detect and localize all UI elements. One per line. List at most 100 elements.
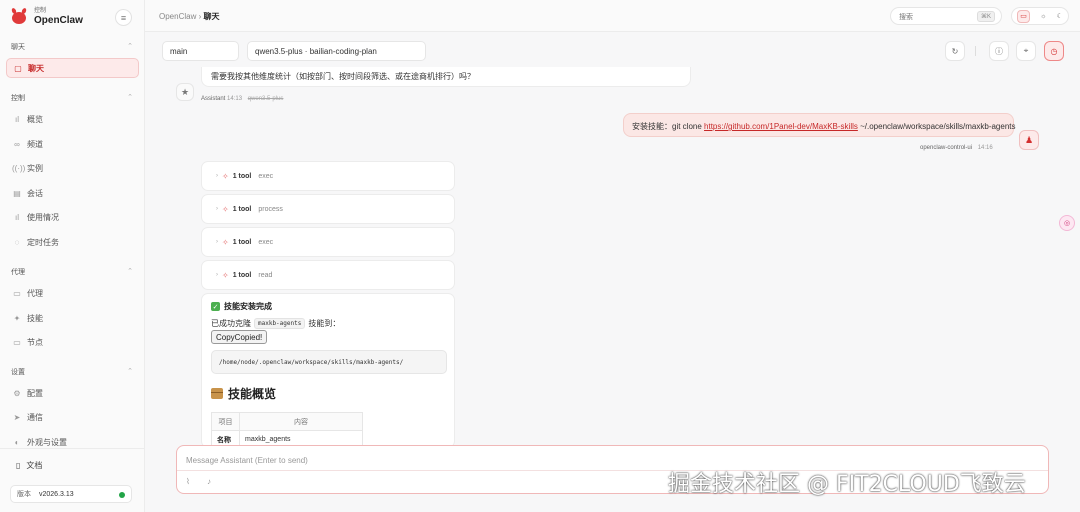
tool-count: 1 tool (232, 172, 252, 180)
tool-count: 1 tool (232, 205, 252, 213)
sidebar-item-label: 配置 (27, 388, 43, 398)
sidebar-item-label: 技能 (27, 313, 43, 323)
assistant-meta: Assistant 14:13 qwen3.5-plus (201, 96, 283, 102)
tool-count: 1 tool (232, 238, 252, 246)
sidebar-item-label: 节点 (27, 337, 43, 347)
user-meta: openclaw-control-ui 14:16 (920, 145, 993, 151)
sidebar-item-label: 使用情况 (27, 212, 59, 222)
version-label: 版本 (17, 491, 31, 498)
sidebar: 控制 OpenClaw ≡ 聊天 ⌃ ▢ 聊天 控制 ⌃ ıl 概览 ∞ 频道 ((·))… (0, 0, 145, 512)
search-placeholder: 搜索 (899, 14, 913, 21)
tool-name: read (258, 271, 273, 279)
result-text: 技能到： (308, 319, 341, 328)
sidebar-item-nodes[interactable]: ▭ 节点 (10, 333, 135, 351)
microphone-icon[interactable]: ♪ (207, 477, 211, 486)
sidebar-item-usage[interactable]: ıl 使用情况 (10, 208, 135, 226)
brand-subtitle: 控制 (34, 8, 47, 14)
broadcast-icon: ((·)) (12, 163, 26, 173)
user-message-text: 安装技能：git clone (632, 122, 705, 131)
brand-name: OpenClaw (34, 15, 83, 26)
table-row: 项目 内容 (211, 412, 363, 431)
sun-icon[interactable]: ☼ (1040, 13, 1046, 20)
sidebar-item-label: 聊天 (28, 63, 44, 73)
code-block: /home/node/.openclaw/workspace/skills/ma… (211, 350, 447, 374)
user-message-text: ~/.openclaw/workspace/skills/maxkb-agent… (857, 122, 1016, 131)
brand[interactable]: 控制 OpenClaw (10, 7, 83, 26)
table-header: 内容 (239, 412, 363, 431)
search-shortcut-badge: ⌘K (976, 11, 995, 22)
tool-name: process (258, 205, 283, 213)
result-title: ✓ 技能安装完成 (211, 301, 272, 312)
tool-call-card[interactable]: › ✧ 1 tool exec (201, 161, 455, 191)
sidebar-item-label: 通信 (27, 412, 43, 422)
breadcrumb-parent[interactable]: OpenClaw (159, 12, 196, 21)
tool-call-card[interactable]: › ✧ 1 tool exec (201, 227, 455, 257)
result-line: 已成功克隆 maxkb-agents 技能到： (211, 318, 340, 329)
sidebar-section-chat[interactable]: 聊天 ⌃ (11, 42, 133, 52)
moon-icon[interactable]: ☾ (1057, 12, 1063, 20)
person-icon: ♟ (1024, 134, 1034, 145)
sidebar-item-label: 频道 (27, 139, 43, 149)
sidebar-item-channels[interactable]: ∞ 频道 (10, 135, 135, 153)
sidebar-item-skills[interactable]: ✦ 技能 (10, 309, 135, 327)
section-label: 设置 (11, 369, 25, 376)
sparkle-icon: ✧ (222, 270, 229, 280)
monitor-icon[interactable]: ▭ (1017, 9, 1031, 23)
sidebar-item-label: 实例 (27, 163, 43, 173)
sidebar-section-control[interactable]: 控制 ⌃ (11, 93, 133, 103)
sidebar-toggle-button[interactable]: ≡ (115, 9, 132, 26)
focus-button[interactable]: ⌖ (1016, 41, 1036, 61)
breadcrumb: OpenClaw › 聊天 (159, 11, 220, 22)
send-icon: ➤ (13, 412, 21, 422)
session-select[interactable]: main (162, 41, 239, 61)
result-text: 已成功克隆 (211, 319, 251, 328)
sidebar-item-sessions[interactable]: ▤ 会话 (10, 184, 135, 202)
assistant-message-bubble: 需要我按其他维度统计（如按部门、按时间段筛选、或在途商机排行）吗？ (201, 67, 691, 87)
topbar: OpenClaw › 聊天 搜索 ⌘K ▭ ☼ ☾ (145, 0, 1080, 32)
chevron-up-icon: ⌃ (127, 94, 133, 101)
tool-call-card[interactable]: › ✧ 1 tool read (201, 260, 455, 290)
docs-link[interactable]: ▯ 文档 (16, 460, 42, 471)
search-input[interactable]: 搜索 ⌘K (890, 7, 1002, 25)
sidebar-item-instances[interactable]: ((·)) 实例 (10, 159, 135, 177)
sidebar-item-agents[interactable]: ▭ 代理 (10, 284, 135, 302)
docs-label: 文档 (26, 461, 43, 470)
check-icon: ✓ (211, 302, 220, 311)
sidebar-section-settings[interactable]: 设置 ⌃ (11, 367, 133, 377)
version-value: v2026.3.13 (39, 490, 74, 498)
user-message-bubble: 安装技能：git clone https://github.com/1Panel… (623, 113, 1016, 137)
sidebar-item-communication[interactable]: ➤ 通信 (10, 408, 135, 426)
tool-call-card[interactable]: › ✧ 1 tool process (201, 194, 455, 224)
model-select[interactable]: qwen3.5-plus · bailian-coding-plan (247, 41, 426, 61)
result-title-text: 技能安装完成 (224, 302, 272, 311)
repo-link[interactable]: https://github.com/1Panel-dev/MaxKB-skil… (704, 122, 858, 131)
copy-button[interactable]: CopyCopied! (211, 330, 268, 344)
floating-assistant-icon[interactable]: ◎ (1059, 215, 1075, 231)
sidebar-item-chat[interactable]: ▢ 聊天 (6, 58, 139, 78)
book-icon: ▯ (16, 461, 21, 470)
message-input[interactable] (186, 454, 886, 466)
sidebar-section-agents[interactable]: 代理 ⌃ (11, 267, 133, 277)
sidebar-divider (0, 448, 145, 449)
lobster-logo-icon (10, 7, 28, 26)
menu-icon: ≡ (120, 12, 127, 23)
assistant-result-card: ✓ 技能安装完成 已成功克隆 maxkb-agents 技能到： CopyCopi… (201, 293, 455, 448)
clock-icon: ◌ (14, 237, 20, 247)
sidebar-item-overview[interactable]: ıl 概览 (10, 110, 135, 128)
sidebar-item-label: 会话 (27, 188, 43, 198)
toolbar-divider (975, 46, 976, 56)
tool-count: 1 tool (232, 271, 252, 279)
sidebar-item-config[interactable]: ⚙ 配置 (10, 384, 135, 402)
sparkle-icon: ✧ (222, 237, 229, 247)
chevron-up-icon: ⌃ (127, 43, 133, 50)
history-button[interactable]: ◷ (1044, 41, 1064, 61)
breadcrumb-separator: › (198, 12, 202, 21)
monitor-icon: ▭ (13, 337, 21, 347)
paperclip-icon[interactable]: ⌇ (186, 477, 190, 486)
sidebar-item-cron[interactable]: ◌ 定时任务 (10, 233, 135, 251)
info-button[interactable]: ⓘ (989, 41, 1009, 61)
refresh-button[interactable]: ↻ (945, 41, 965, 61)
tool-name: exec (258, 238, 274, 246)
section-label: 代理 (11, 269, 25, 276)
info-icon: ⓘ (995, 46, 1003, 56)
